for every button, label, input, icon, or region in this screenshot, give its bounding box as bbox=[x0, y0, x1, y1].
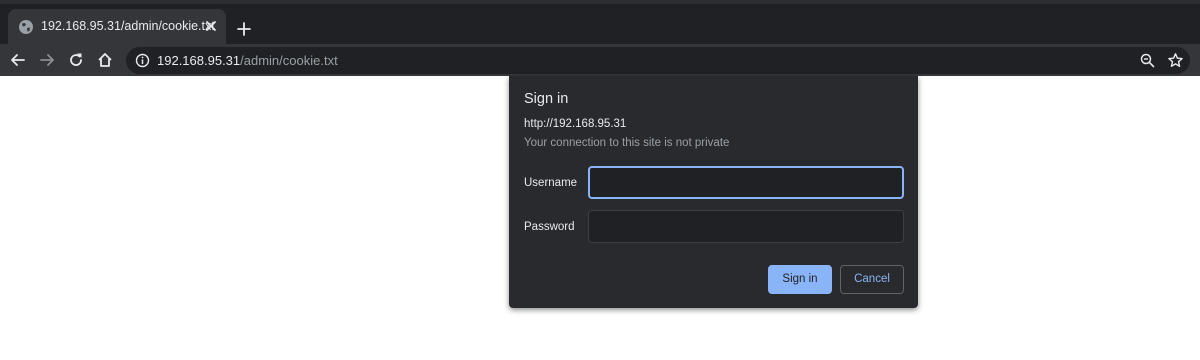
dialog-origin: http://192.168.95.31 bbox=[524, 118, 627, 130]
password-label: Password bbox=[524, 221, 575, 233]
new-tab-plus-icon[interactable] bbox=[235, 20, 253, 38]
bookmark-star-icon[interactable] bbox=[1167, 52, 1184, 69]
password-input[interactable] bbox=[588, 210, 904, 243]
username-label: Username bbox=[524, 177, 578, 189]
back-arrow-icon[interactable] bbox=[9, 51, 27, 69]
username-input[interactable] bbox=[588, 166, 904, 199]
home-icon[interactable] bbox=[96, 51, 114, 69]
browser-tab[interactable]: 192.168.95.31/admin/cookie.txt bbox=[8, 9, 226, 44]
tab-title: 192.168.95.31/admin/cookie.txt bbox=[41, 19, 215, 33]
reload-icon[interactable] bbox=[67, 51, 85, 69]
browser-toolbar: 192.168.95.31/admin/cookie.txt bbox=[0, 44, 1200, 76]
close-icon[interactable] bbox=[202, 17, 220, 35]
sign-in-dialog: Sign in http://192.168.95.31 Your connec… bbox=[509, 76, 918, 308]
connection-warning: Your connection to this site is not priv… bbox=[524, 137, 730, 149]
tab-strip: 192.168.95.31/admin/cookie.txt bbox=[0, 0, 1200, 44]
url-path: /admin/cookie.txt bbox=[240, 53, 338, 68]
forward-arrow-icon[interactable] bbox=[38, 51, 56, 69]
cancel-button[interactable]: Cancel bbox=[840, 265, 904, 294]
url-host: 192.168.95.31 bbox=[157, 53, 241, 68]
url-text[interactable]: 192.168.95.31/admin/cookie.txt bbox=[157, 53, 338, 68]
address-bar[interactable]: 192.168.95.31/admin/cookie.txt bbox=[126, 47, 1190, 74]
globe-icon bbox=[18, 19, 34, 35]
info-icon[interactable] bbox=[135, 53, 150, 68]
dialog-title: Sign in bbox=[524, 91, 569, 107]
sign-in-button[interactable]: Sign in bbox=[768, 265, 832, 294]
zoom-out-icon[interactable] bbox=[1139, 52, 1156, 69]
